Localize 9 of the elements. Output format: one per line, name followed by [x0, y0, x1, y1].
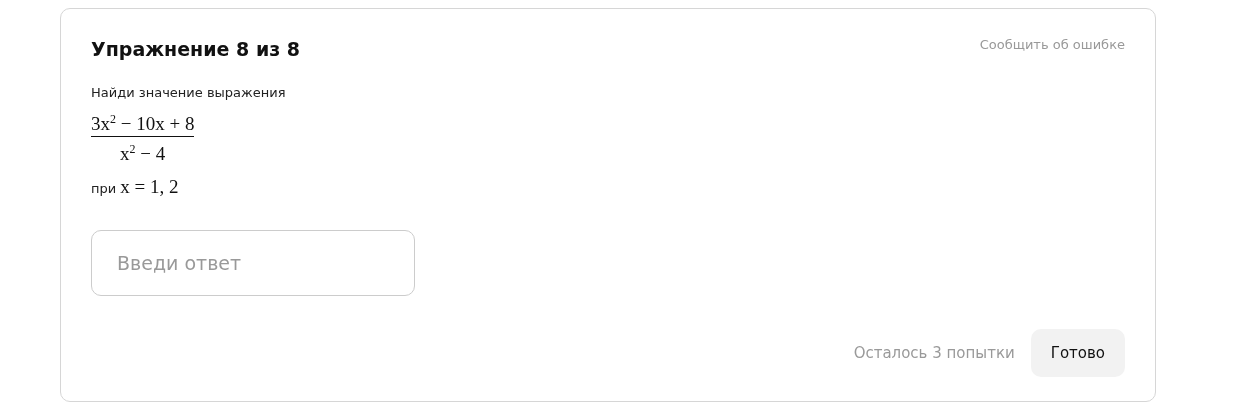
attempts-left-text: Осталось 3 попытки — [853, 344, 1015, 362]
fraction-denominator: x$^{2}$ − 4 — [120, 141, 166, 166]
fraction-numerator: 3x$^{2}$ − 10x + 8 — [91, 111, 195, 136]
exercise-title: Упражнение 8 из 8 — [91, 37, 301, 62]
submit-button[interactable]: Готово — [1030, 329, 1125, 377]
condition-value: x = 1, 2 — [120, 175, 179, 198]
answer-field[interactable]: Введи ответ — [91, 229, 415, 296]
condition-label: при — [91, 180, 117, 196]
task-text: Найди значение выражения — [91, 85, 286, 100]
